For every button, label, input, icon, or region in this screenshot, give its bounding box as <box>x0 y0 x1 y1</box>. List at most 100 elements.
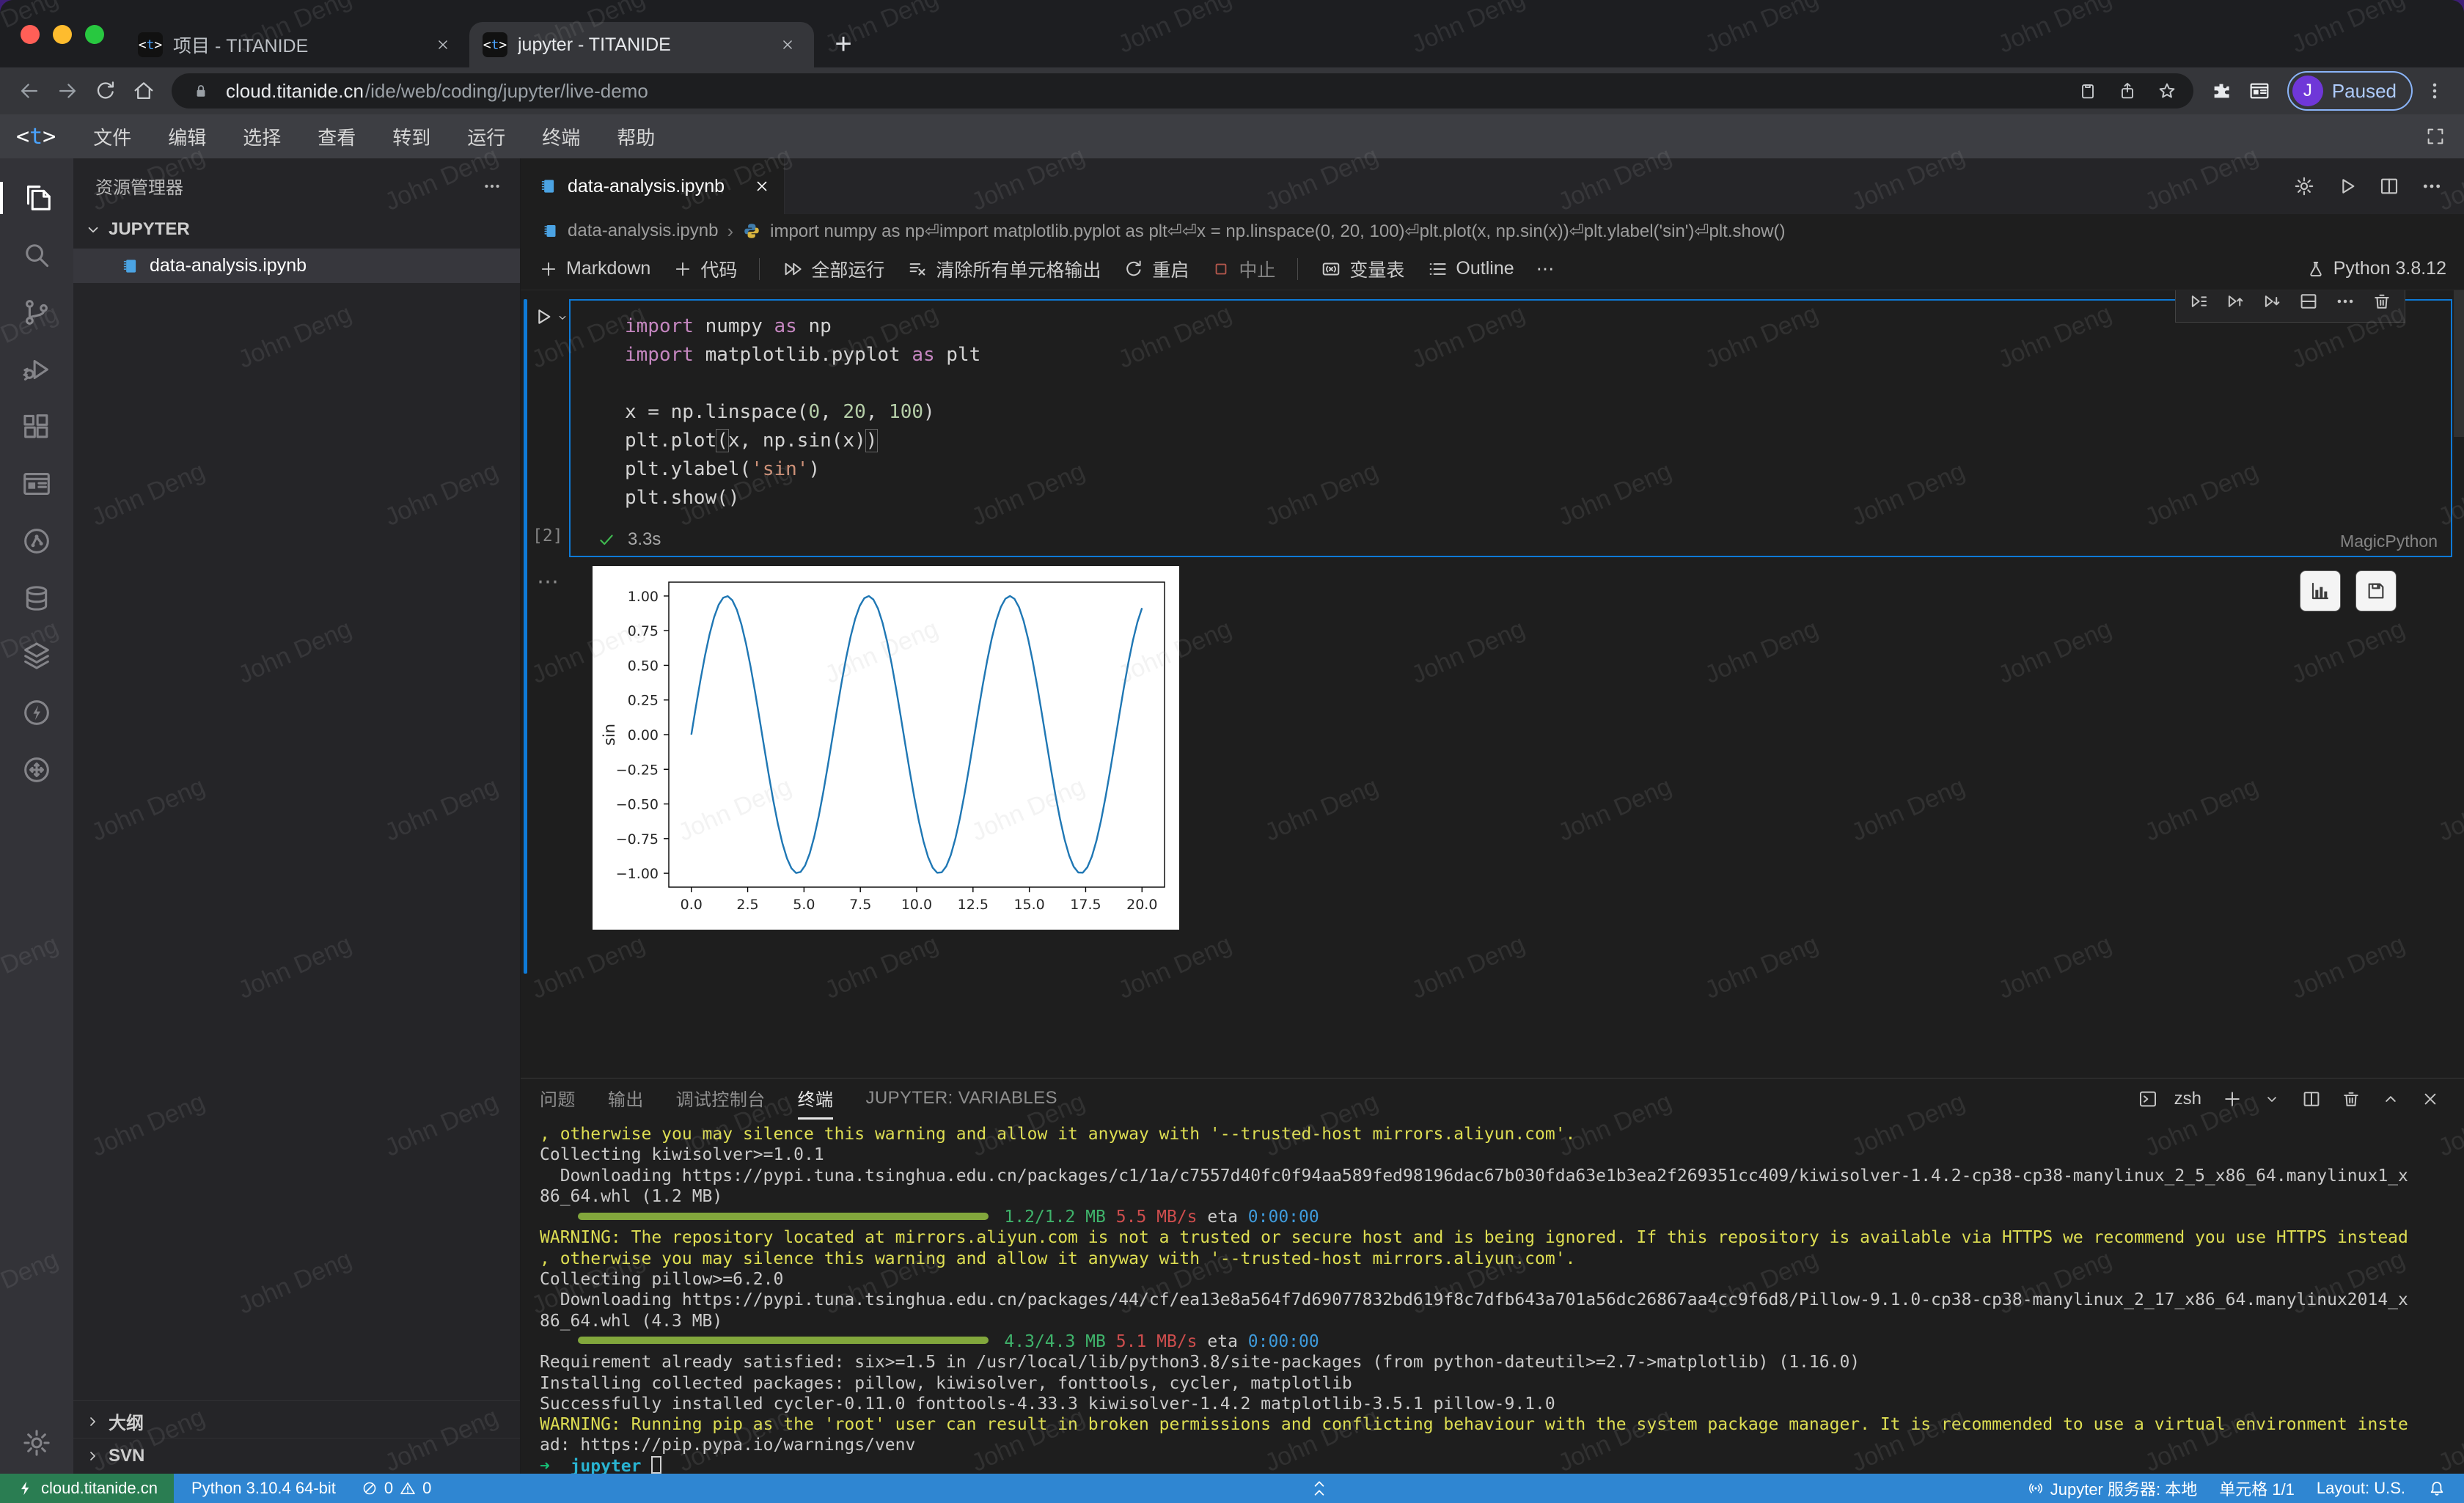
kill-terminal-icon[interactable] <box>2336 1084 2366 1114</box>
layers-icon[interactable] <box>19 638 54 673</box>
cell-position-status[interactable]: 单元格 1/1 <box>2219 1477 2295 1500</box>
execute-cell-and-below-icon[interactable] <box>2183 290 2214 316</box>
profile-button[interactable]: J Paused <box>2287 71 2413 111</box>
panel-tab-jupyter-variables[interactable]: JUPYTER: VARIABLES <box>865 1078 1057 1120</box>
menu-edit[interactable]: 编辑 <box>150 114 224 158</box>
browser-menu-icon[interactable] <box>2419 75 2451 107</box>
sidebar-section-jupyter[interactable]: JUPYTER <box>73 209 520 249</box>
address-bar[interactable]: cloud.titanide.cn/ide/web/coding/jupyter… <box>172 73 2193 109</box>
panel-tab-problems[interactable]: 问题 <box>540 1078 576 1120</box>
new-tab-button[interactable]: + <box>827 28 859 60</box>
delete-cell-icon[interactable] <box>2366 290 2397 316</box>
tab-close-icon[interactable] <box>776 33 799 56</box>
database-icon[interactable] <box>19 581 54 616</box>
toolbar-more-icon[interactable]: ⋯ <box>1536 258 1555 280</box>
breadcrumb[interactable]: data-analysis.ipynb › import numpy as np… <box>521 214 2464 248</box>
run-all-button[interactable]: 全部运行 <box>782 256 884 282</box>
open-in-plot-viewer-button[interactable] <box>2300 570 2341 611</box>
power-icon[interactable] <box>19 695 54 730</box>
menu-terminal[interactable]: 终端 <box>524 114 598 158</box>
settings-gear-icon[interactable] <box>19 1425 54 1460</box>
editor-tab-notebook[interactable]: data-analysis.ipynb <box>521 158 785 214</box>
execute-above-icon[interactable] <box>2220 290 2251 316</box>
menu-run[interactable]: 运行 <box>449 114 524 158</box>
python-interpreter-status[interactable]: Python 3.10.4 64-bit <box>191 1479 336 1498</box>
menu-view[interactable]: 查看 <box>299 114 374 158</box>
remote-indicator[interactable]: cloud.titanide.cn <box>0 1474 174 1503</box>
outline-button[interactable]: Outline <box>1426 258 1514 280</box>
browser-tab-project[interactable]: <t> 项目 - TITANIDE <box>125 22 469 67</box>
add-code-button[interactable]: 代码 <box>672 256 737 282</box>
cell-code-editor[interactable]: import numpy as npimport matplotlib.pypl… <box>571 301 2451 512</box>
bookmark-star-icon[interactable] <box>2152 76 2182 106</box>
keyboard-layout-status[interactable]: Layout: U.S. <box>2317 1479 2405 1498</box>
sidebar-section-svn[interactable]: SVN <box>73 1438 520 1474</box>
zoom-window-button[interactable] <box>85 25 104 44</box>
extensions-puzzle-icon[interactable] <box>2205 75 2237 107</box>
shell-name[interactable]: zsh <box>2174 1089 2201 1109</box>
menu-selection[interactable]: 选择 <box>224 114 299 158</box>
add-markdown-button[interactable]: Markdown <box>538 258 650 279</box>
editor-more-actions-icon[interactable] <box>2416 170 2448 202</box>
sidebar-file-notebook[interactable]: data-analysis.ipynb <box>73 249 520 283</box>
clear-outputs-button[interactable]: 清除所有单元格输出 <box>906 256 1101 282</box>
editor-tab-close-icon[interactable] <box>753 177 771 195</box>
cell-language-label[interactable]: MagicPython <box>2340 532 2438 551</box>
panel-expand-chevrons-icon[interactable] <box>1310 1474 1329 1503</box>
terminal-output[interactable]: , otherwise you may silence this warning… <box>521 1120 2464 1474</box>
new-terminal-icon[interactable] <box>2218 1084 2247 1114</box>
fullscreen-icon[interactable] <box>2424 125 2446 147</box>
notebook-settings-gear-icon[interactable] <box>2288 170 2320 202</box>
maximize-panel-icon[interactable] <box>2376 1084 2405 1114</box>
side-panel-icon[interactable] <box>2243 75 2276 107</box>
sidebar-more-icon[interactable] <box>482 176 502 196</box>
search-icon[interactable] <box>19 238 54 273</box>
run-cell-dropdown-icon[interactable] <box>556 311 569 324</box>
split-editor-icon[interactable] <box>2373 170 2405 202</box>
panel-tab-output[interactable]: 输出 <box>608 1078 644 1120</box>
close-window-button[interactable] <box>21 25 40 44</box>
run-cell-button[interactable] <box>531 305 572 328</box>
split-terminal-icon[interactable] <box>2297 1084 2326 1114</box>
execute-below-icon[interactable] <box>2256 290 2287 316</box>
menu-go[interactable]: 转到 <box>374 114 449 158</box>
live-share-icon[interactable] <box>19 523 54 559</box>
browser-tab-jupyter[interactable]: <t> jupyter - TITANIDE <box>469 22 814 67</box>
clipboard-icon[interactable] <box>2073 76 2102 106</box>
breadcrumb-file[interactable]: data-analysis.ipynb <box>568 221 718 241</box>
split-cell-icon[interactable] <box>2293 290 2324 316</box>
code-cell[interactable]: import numpy as npimport matplotlib.pypl… <box>569 299 2452 557</box>
back-icon[interactable] <box>13 75 45 107</box>
problems-status[interactable]: 0 0 <box>361 1479 432 1498</box>
home-icon[interactable] <box>128 75 160 107</box>
interrupt-button[interactable]: 中止 <box>1211 256 1275 282</box>
resize-icon[interactable] <box>19 752 54 787</box>
explorer-icon[interactable] <box>19 180 54 216</box>
close-panel-icon[interactable] <box>2416 1084 2445 1114</box>
editor-scrollbar-thumb[interactable] <box>2454 290 2464 437</box>
run-notebook-icon[interactable] <box>2331 170 2363 202</box>
sidebar-section-outline[interactable]: 大纲 <box>73 1400 520 1441</box>
panel-tab-terminal[interactable]: 终端 <box>798 1078 834 1120</box>
cell-more-actions-icon[interactable] <box>2330 290 2361 316</box>
kernel-picker[interactable]: Python 3.8.12 <box>2306 258 2446 279</box>
notifications-bell-icon[interactable] <box>2427 1479 2446 1498</box>
browser-preview-icon[interactable] <box>19 466 54 501</box>
breadcrumb-code[interactable]: import numpy as np⏎import matplotlib.pyp… <box>770 221 1785 242</box>
variables-button[interactable]: 变量表 <box>1320 256 1404 282</box>
tab-close-icon[interactable] <box>431 33 455 56</box>
extensions-icon[interactable] <box>19 409 54 444</box>
terminal-dropdown-icon[interactable] <box>2257 1084 2287 1114</box>
menu-file[interactable]: 文件 <box>75 114 150 158</box>
menu-help[interactable]: 帮助 <box>598 114 673 158</box>
save-plot-button[interactable] <box>2355 570 2397 611</box>
source-control-icon[interactable] <box>19 295 54 330</box>
forward-icon[interactable] <box>51 75 84 107</box>
reload-icon[interactable] <box>89 75 122 107</box>
run-debug-icon[interactable] <box>19 352 54 387</box>
output-more-icon[interactable]: ⋯ <box>537 569 559 595</box>
restart-kernel-button[interactable]: 重启 <box>1123 256 1189 282</box>
share-icon[interactable] <box>2113 76 2142 106</box>
minimize-window-button[interactable] <box>53 25 72 44</box>
panel-tab-debug-console[interactable]: 调试控制台 <box>676 1078 766 1120</box>
